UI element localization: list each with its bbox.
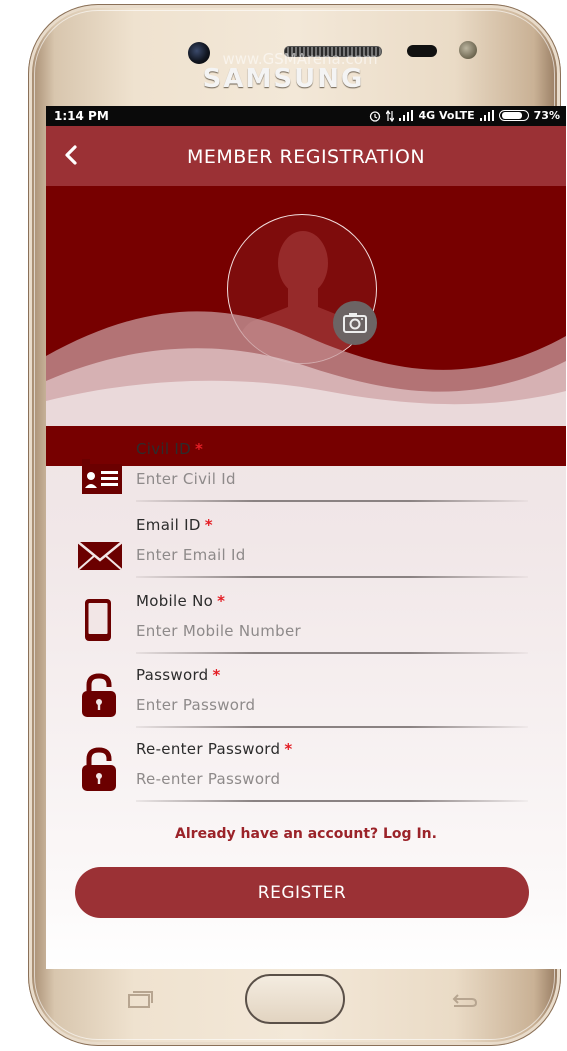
back-key[interactable] [450,990,478,1008]
device-brand: SAMSUNG [202,64,365,94]
data-transfer-icon [386,109,395,122]
password-label: Password * [136,666,221,684]
register-button[interactable]: REGISTER [75,867,529,918]
mobile-phone-icon [85,599,111,641]
email-id-field: Email ID * [46,510,566,586]
status-bar: 1:14 PM 4G VoLTE 73% [46,106,566,126]
password-underline [136,726,528,728]
reenter-password-label: Re-enter Password * [136,740,293,758]
email-id-underline [136,576,528,578]
unlock-icon-2 [82,747,116,791]
login-link[interactable]: Already have an account? Log In. [46,826,566,842]
signal-icon [399,110,414,121]
mobile-no-field: Mobile No * [46,586,566,662]
mobile-no-input[interactable] [136,618,526,644]
home-button[interactable] [245,974,345,1024]
reenter-password-underline [136,800,528,802]
civil-id-underline [136,500,528,502]
email-id-input[interactable] [136,542,526,568]
wave-decoration [46,311,566,426]
mobile-no-label: Mobile No * [136,592,226,610]
civil-id-input[interactable] [136,466,526,492]
network-type: 4G VoLTE [418,109,475,122]
status-icons: 4G VoLTE 73% [369,109,560,122]
password-input[interactable] [136,692,526,718]
password-field: Password * [46,660,566,736]
app-bar: MEMBER REGISTRATION [46,126,566,186]
envelope-icon [77,541,123,571]
app-screen: 1:14 PM 4G VoLTE 73% MEMBER REGISTRATION [46,106,566,969]
page-title: MEMBER REGISTRATION [186,146,426,168]
civil-id-label: Civil ID * [136,440,204,458]
recent-apps-key[interactable] [126,990,154,1008]
reenter-password-field: Re-enter Password * [46,734,566,810]
reenter-password-input[interactable] [136,766,526,792]
id-card-icon [82,459,122,494]
mobile-no-underline [136,652,528,654]
civil-id-field: Civil ID * [46,434,566,510]
status-time: 1:14 PM [54,109,109,123]
signal-icon-2 [479,110,494,121]
alarm-icon [370,110,381,122]
battery-level: 73% [533,109,560,122]
battery-icon [498,110,529,121]
unlock-icon [82,673,116,717]
email-id-label: Email ID * [136,516,213,534]
